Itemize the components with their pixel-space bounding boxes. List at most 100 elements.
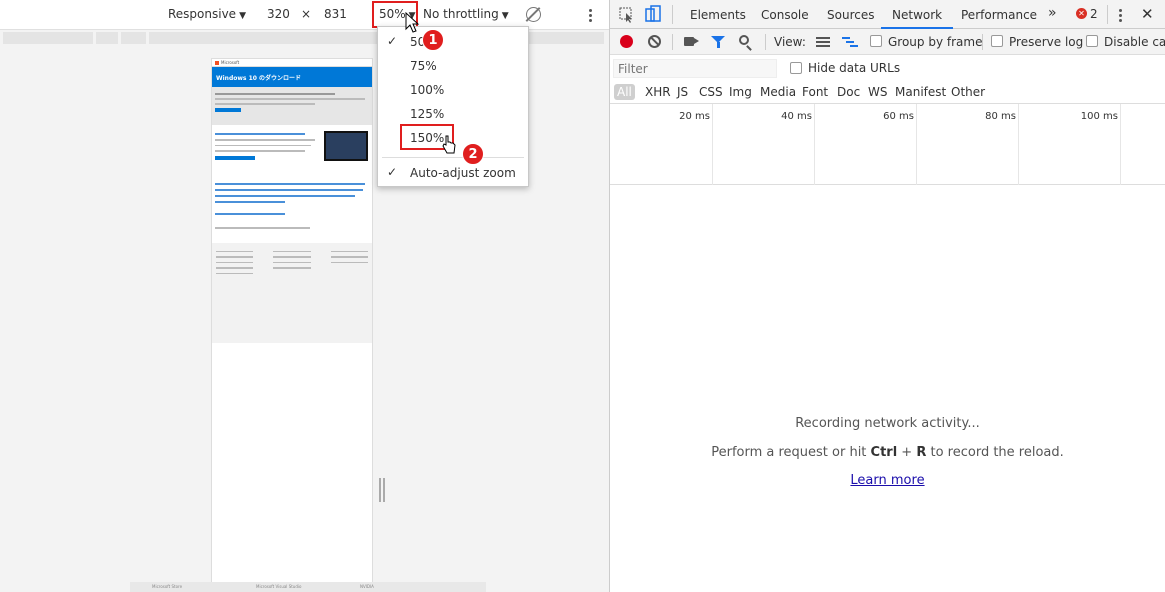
type-filter-media[interactable]: Media: [757, 84, 799, 100]
mini-footer: [212, 242, 372, 343]
microsoft-logo-icon: [215, 61, 219, 65]
devtools-menu-icon[interactable]: [1119, 9, 1122, 24]
width-input[interactable]: 320: [267, 7, 290, 21]
hint-key-ctrl: Ctrl: [870, 445, 898, 460]
throttling-label: No throttling: [423, 7, 499, 21]
network-toolbar: View: Group by frame Preserve log Disabl…: [610, 29, 1165, 55]
preserve-log-label: Preserve log: [1009, 35, 1084, 49]
height-input[interactable]: 831: [324, 7, 347, 21]
large-rows-icon[interactable]: [816, 37, 830, 47]
hint-text: to record the reload.: [926, 445, 1064, 460]
hint-key-r: R: [916, 445, 927, 460]
mini-update-section: [212, 87, 372, 125]
step-marker-1: 1: [422, 29, 444, 51]
filter-input[interactable]: [613, 59, 777, 78]
close-icon[interactable]: ✕: [1141, 0, 1154, 29]
throttling-select[interactable]: No throttling ▼: [423, 7, 509, 21]
overview-waterfall-icon[interactable]: [842, 37, 858, 47]
menu-item-100[interactable]: 100%: [378, 78, 528, 100]
tab-network[interactable]: Network: [881, 0, 954, 29]
type-filter-font[interactable]: Font: [799, 84, 831, 100]
type-filter-manifest[interactable]: Manifest: [892, 84, 949, 100]
menu-item-125[interactable]: 125%: [378, 102, 528, 124]
mini-links-section: [212, 175, 372, 237]
menu-item-auto-adjust-zoom[interactable]: ✓ Auto-adjust zoom: [378, 161, 528, 183]
devtools-tabbar: Elements Console Sources Network Perform…: [610, 0, 1165, 29]
tab-performance[interactable]: Performance: [961, 0, 1037, 29]
empty-state-title: Recording network activity...: [795, 416, 980, 431]
menu-item-label: Auto-adjust zoom: [410, 166, 516, 180]
menu-separator: [382, 157, 524, 158]
check-icon: ✓: [387, 34, 398, 48]
hide-data-urls-label: Hide data URLs: [808, 61, 901, 75]
device-select[interactable]: Responsive ▼: [168, 7, 246, 21]
hint-text: Perform a request or hit: [711, 445, 871, 460]
type-filter-ws[interactable]: WS: [865, 84, 890, 100]
times-separator: ×: [301, 7, 312, 21]
preserve-log-checkbox[interactable]: [991, 35, 1003, 47]
zoom-value: 50%: [379, 7, 406, 21]
laptop-image: [324, 131, 368, 161]
tab-sources[interactable]: Sources: [827, 0, 874, 29]
menu-item-label: 75%: [410, 59, 437, 73]
type-filter-other[interactable]: Other: [948, 84, 988, 100]
bottom-ruler: Microsoft Store Microsoft Visual Studio …: [130, 582, 486, 592]
filter-row: Hide data URLs: [610, 55, 1165, 81]
more-options-icon[interactable]: [589, 9, 592, 24]
inspect-element-icon[interactable]: [619, 7, 635, 23]
error-count[interactable]: 2: [1090, 7, 1098, 21]
type-filter-js[interactable]: JS: [674, 84, 691, 100]
rotate-icon[interactable]: [526, 7, 541, 22]
footer-label: Microsoft Store: [152, 584, 183, 589]
screenshot-camera-icon[interactable]: [684, 37, 699, 46]
mouse-cursor-icon: [405, 12, 419, 33]
filter-icon[interactable]: [711, 36, 725, 48]
network-overview-timeline[interactable]: 20 ms 40 ms 60 ms 80 ms 100 ms: [610, 103, 1165, 185]
zoom-dropdown-menu: ✓ 50% 75% 100% 125% 150% ✓ Auto-adjust z…: [377, 26, 529, 187]
hide-data-urls-checkbox[interactable]: [790, 62, 802, 74]
menu-item-label: 100%: [410, 83, 445, 97]
timeline-label: 40 ms: [781, 111, 812, 122]
clear-icon[interactable]: [648, 35, 661, 48]
disable-cache-checkbox[interactable]: [1086, 35, 1098, 47]
menu-item-50[interactable]: ✓ 50%: [378, 30, 528, 52]
mini-install-section: [212, 125, 372, 175]
view-label: View:: [774, 35, 806, 49]
tab-console[interactable]: Console: [761, 0, 809, 29]
type-filter-xhr[interactable]: XHR: [642, 84, 674, 100]
error-icon[interactable]: ✕: [1076, 8, 1087, 19]
device-toolbar-icon[interactable]: [645, 5, 661, 23]
hint-plus: +: [897, 445, 917, 460]
timeline-label: 60 ms: [883, 111, 914, 122]
emulated-viewport: Microsoft Windows 10 のダウンロード: [211, 58, 373, 583]
type-filter-doc[interactable]: Doc: [834, 84, 863, 100]
group-by-frame-label: Group by frame: [888, 35, 983, 49]
learn-more-link[interactable]: Learn more: [610, 473, 1165, 488]
mini-page-header: Microsoft: [212, 59, 372, 67]
dropdown-caret-icon: ▼: [501, 11, 509, 21]
empty-state-hint: Perform a request or hit Ctrl + R to rec…: [610, 445, 1165, 460]
viewport-resize-handle[interactable]: [379, 478, 385, 502]
type-filter-css[interactable]: CSS: [696, 84, 726, 100]
more-tabs-icon[interactable]: »: [1048, 0, 1057, 29]
disable-cache-label: Disable cac: [1104, 35, 1165, 49]
tab-elements[interactable]: Elements: [690, 0, 746, 29]
timeline-label: 100 ms: [1080, 111, 1118, 122]
mini-hero: Windows 10 のダウンロード: [212, 67, 372, 87]
mini-brand: Microsoft: [221, 60, 240, 65]
menu-item-75[interactable]: 75%: [378, 54, 528, 76]
footer-label: NVIDIA: [360, 584, 374, 589]
resource-type-filter: All XHR JS CSS Img Media Font Doc WS Man…: [610, 81, 1165, 103]
type-filter-all[interactable]: All: [614, 84, 635, 100]
check-icon: ✓: [387, 165, 398, 179]
search-icon[interactable]: [739, 35, 749, 45]
group-by-frame-checkbox[interactable]: [870, 35, 882, 47]
record-icon[interactable]: [620, 35, 633, 48]
footer-label: Microsoft Visual Studio: [256, 584, 302, 589]
step-marker-2: 2: [462, 143, 484, 165]
device-emulation-pane: Responsive ▼ 320 × 831 50% ▼ No throttling…: [0, 0, 609, 592]
dropdown-caret-icon: ▼: [239, 11, 246, 21]
menu-item-label: 125%: [410, 107, 445, 121]
devtools-pane: Elements Console Sources Network Perform…: [610, 0, 1165, 592]
type-filter-img[interactable]: Img: [726, 84, 755, 100]
